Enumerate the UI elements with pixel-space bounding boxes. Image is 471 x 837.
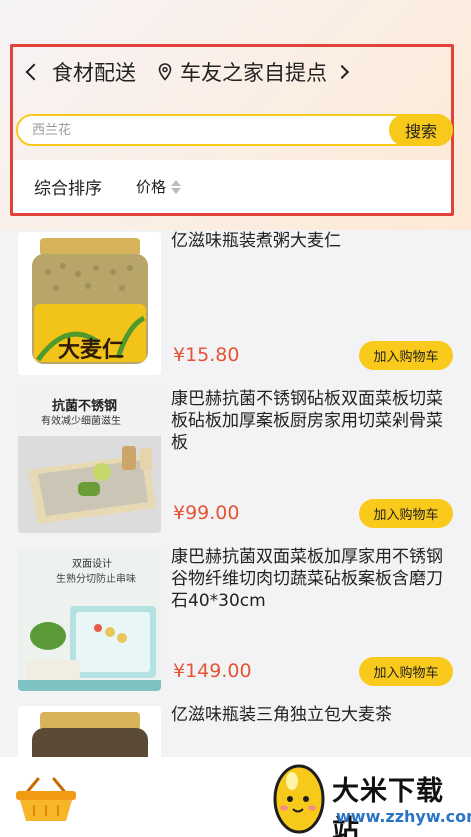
product-image[interactable]: 大麦仁 xyxy=(18,232,161,375)
pickup-location[interactable]: 车友之家自提点 xyxy=(180,57,327,87)
sort-price-label: 价格 xyxy=(136,178,167,196)
sort-default-tab[interactable]: 综合排序 xyxy=(34,174,102,199)
chevron-right-icon[interactable] xyxy=(334,64,350,80)
product-title[interactable]: 康巴赫抗菌不锈钢砧板双面菜板切菜板砧板加厚案板厨房家用切菜剁骨菜板 xyxy=(171,388,456,454)
brand-url: www.zzhyw.com xyxy=(336,807,471,826)
watermark-logo: 大米下载站 www.zzhyw.com xyxy=(254,757,471,837)
location-pin-icon xyxy=(158,63,172,81)
product-price: ¥15.80 xyxy=(173,344,240,366)
product-image[interactable]: 抗菌不锈钢 有效减少细菌滋生 xyxy=(18,390,161,533)
product-image-text: 生熟分切防止串味 xyxy=(56,574,136,585)
product-image-text: 双面设计 xyxy=(72,559,112,570)
product-title[interactable]: 康巴赫抗菌双面菜板加厚家用不锈钢谷物纤维切肉切蔬菜砧板案板含磨刀石40*30cm xyxy=(171,546,456,612)
sort-arrows-icon xyxy=(171,179,182,194)
search-bar: 搜索 xyxy=(16,114,453,146)
add-to-cart-button[interactable]: 加入购物车 xyxy=(359,341,453,370)
page-title: 食材配送 xyxy=(52,61,136,85)
product-image-text: 有效减少细菌滋生 xyxy=(41,416,121,427)
sort-price-tab[interactable]: 价格 xyxy=(136,176,182,197)
rice-mascot-icon xyxy=(273,764,325,834)
product-price: ¥149.00 xyxy=(173,660,252,682)
add-to-cart-button[interactable]: 加入购物车 xyxy=(359,499,453,528)
product-image-text: 大麦仁 xyxy=(58,337,125,363)
brand-name: 大米下载站 xyxy=(332,776,444,837)
product-card[interactable]: 双面设计 生熟分切防止串味 康巴赫抗菌双面菜板加厚家用不锈钢谷物纤维切肉切蔬菜砧… xyxy=(0,544,471,702)
sort-bar: 综合排序 价格 xyxy=(13,160,451,213)
product-title[interactable]: 亿滋味瓶装煮粥大麦仁 xyxy=(171,230,456,252)
shopping-basket-icon[interactable] xyxy=(14,775,78,823)
product-card[interactable]: 大麦仁 亿滋味瓶装煮粥大麦仁 ¥15.80 加入购物车 xyxy=(0,228,471,386)
header-bar: 食材配送 车友之家自提点 xyxy=(24,56,350,88)
product-image[interactable]: 双面设计 生熟分切防止串味 xyxy=(18,548,161,691)
bottom-bar: 大米下载站 www.zzhyw.com xyxy=(0,757,471,837)
back-chevron-icon[interactable] xyxy=(25,63,43,81)
search-button[interactable]: 搜索 xyxy=(389,114,453,146)
product-card[interactable]: 抗菌不锈钢 有效减少细菌滋生 康巴赫抗菌不锈钢砧板双面菜板切菜板砧板加厚案板厨房… xyxy=(0,386,471,544)
add-to-cart-button[interactable]: 加入购物车 xyxy=(359,657,453,686)
search-input[interactable] xyxy=(18,116,451,144)
product-title[interactable]: 亿滋味瓶装三角独立包大麦茶 xyxy=(171,704,456,726)
product-list: 大麦仁 亿滋味瓶装煮粥大麦仁 ¥15.80 加入购物车 抗菌不锈钢 有效减少细菌… xyxy=(0,228,471,837)
product-price: ¥99.00 xyxy=(173,502,240,524)
